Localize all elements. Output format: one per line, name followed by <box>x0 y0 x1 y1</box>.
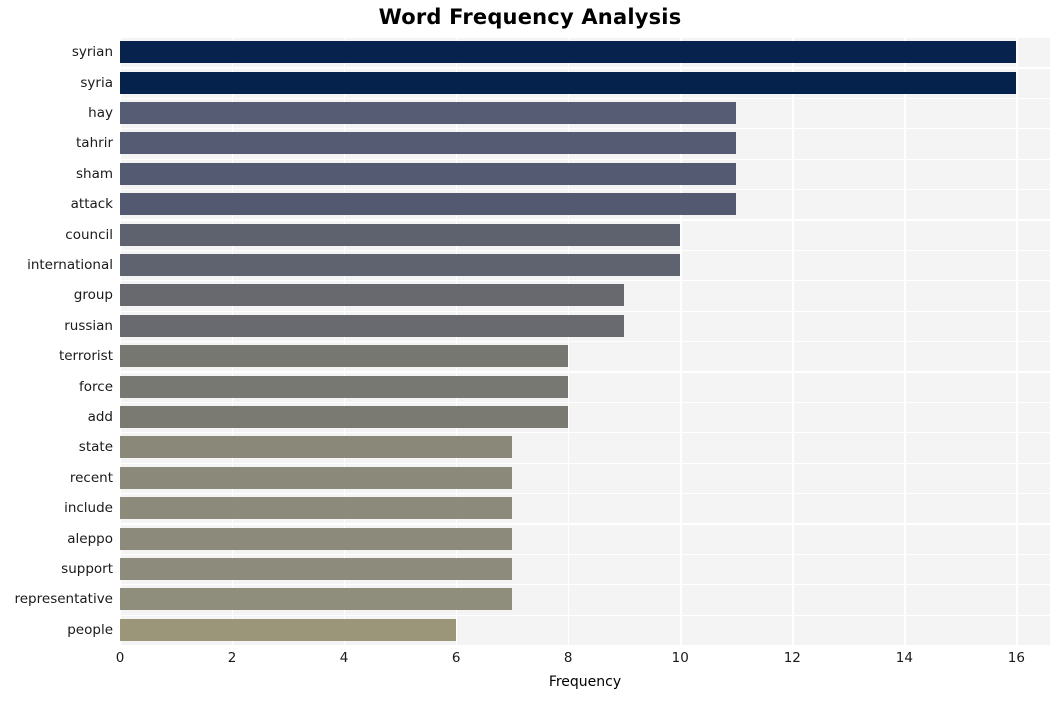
gridline-horizontal <box>120 432 1050 434</box>
y-tick-label-representative: representative <box>14 591 114 608</box>
y-tick-label-attack: attack <box>70 196 113 213</box>
bar <box>120 41 1017 64</box>
gridline-horizontal <box>120 553 1050 556</box>
x-tick-label-2: 2 <box>227 650 237 666</box>
bar <box>120 527 513 550</box>
gridline-horizontal <box>120 249 1050 252</box>
x-tick-label-16: 16 <box>1007 650 1025 666</box>
x-axis-title: Frequency <box>548 674 622 690</box>
bar <box>120 71 1017 94</box>
y-axis-tick-labels: syrian syria hay tahrir sham attack council int… <box>0 37 114 645</box>
word-frequency-chart: Word Frequency Analysis syrian syria hay ta… <box>0 0 1060 701</box>
y-tick-label-syrian: syrian <box>71 44 113 61</box>
bar <box>120 314 625 337</box>
gridline-horizontal <box>120 523 1050 525</box>
gridline-horizontal <box>120 219 1050 221</box>
gridline-horizontal <box>120 645 1050 647</box>
gridline-horizontal <box>120 37 1050 39</box>
gridline-horizontal <box>120 67 1050 69</box>
gridline-horizontal <box>120 401 1050 404</box>
bar <box>120 193 737 216</box>
bar <box>120 558 513 580</box>
gridline-horizontal <box>120 97 1050 100</box>
x-tick-label-14: 14 <box>895 650 913 666</box>
x-axis-tick-labels: 0 2 4 6 8 10 12 14 16 <box>0 650 1060 674</box>
bar <box>120 223 681 246</box>
bar <box>120 162 737 185</box>
gridline-horizontal <box>120 493 1050 495</box>
gridline-horizontal <box>120 462 1050 464</box>
bar <box>120 102 737 124</box>
y-tick-label-terrorist: terrorist <box>58 348 113 365</box>
bar <box>120 375 569 398</box>
bar <box>120 345 569 368</box>
x-tick-label-8: 8 <box>563 650 573 666</box>
x-tick-label-6: 6 <box>451 650 461 666</box>
bar <box>120 406 569 428</box>
gridline-horizontal <box>120 189 1050 191</box>
gridline-horizontal <box>120 158 1050 160</box>
gridline-horizontal <box>120 614 1050 616</box>
y-tick-label-syria: syria <box>80 74 113 91</box>
y-tick-label-people: people <box>67 621 113 638</box>
bar <box>120 497 513 520</box>
y-tick-label-support: support <box>61 561 113 577</box>
chart-title: Word Frequency Analysis <box>378 5 682 29</box>
y-tick-label-tahrir: tahrir <box>76 135 113 152</box>
gridline-horizontal <box>120 128 1050 130</box>
x-tick-label-4: 4 <box>339 650 349 666</box>
y-tick-label-hay: hay <box>88 105 113 121</box>
y-tick-label-russian: russian <box>64 317 113 334</box>
bar <box>120 132 737 155</box>
gridline-horizontal <box>120 310 1050 312</box>
gridline-horizontal <box>120 584 1050 586</box>
y-tick-label-sham: sham <box>75 165 113 182</box>
y-tick-label-state: state <box>78 439 113 456</box>
y-tick-label-aleppo: aleppo <box>67 530 113 547</box>
y-tick-label-force: force <box>79 378 113 395</box>
bar <box>120 436 513 459</box>
y-tick-label-recent: recent <box>69 469 113 486</box>
y-tick-label-add: add <box>87 409 113 425</box>
gridline-horizontal <box>120 341 1050 343</box>
x-tick-label-12: 12 <box>783 650 801 666</box>
bar <box>120 254 681 276</box>
x-tick-label-0: 0 <box>115 650 125 666</box>
y-tick-label-council: council <box>65 226 113 243</box>
y-tick-label-group: group <box>73 287 113 304</box>
bar <box>120 618 457 641</box>
bar <box>120 466 513 489</box>
gridline-horizontal <box>120 280 1050 282</box>
bar <box>120 588 513 611</box>
x-tick-label-10: 10 <box>671 650 689 666</box>
plot-area <box>120 37 1050 647</box>
bar <box>120 284 625 307</box>
y-tick-label-include: include <box>64 500 113 517</box>
gridline-horizontal <box>120 371 1050 373</box>
y-tick-label-international: international <box>27 257 113 273</box>
